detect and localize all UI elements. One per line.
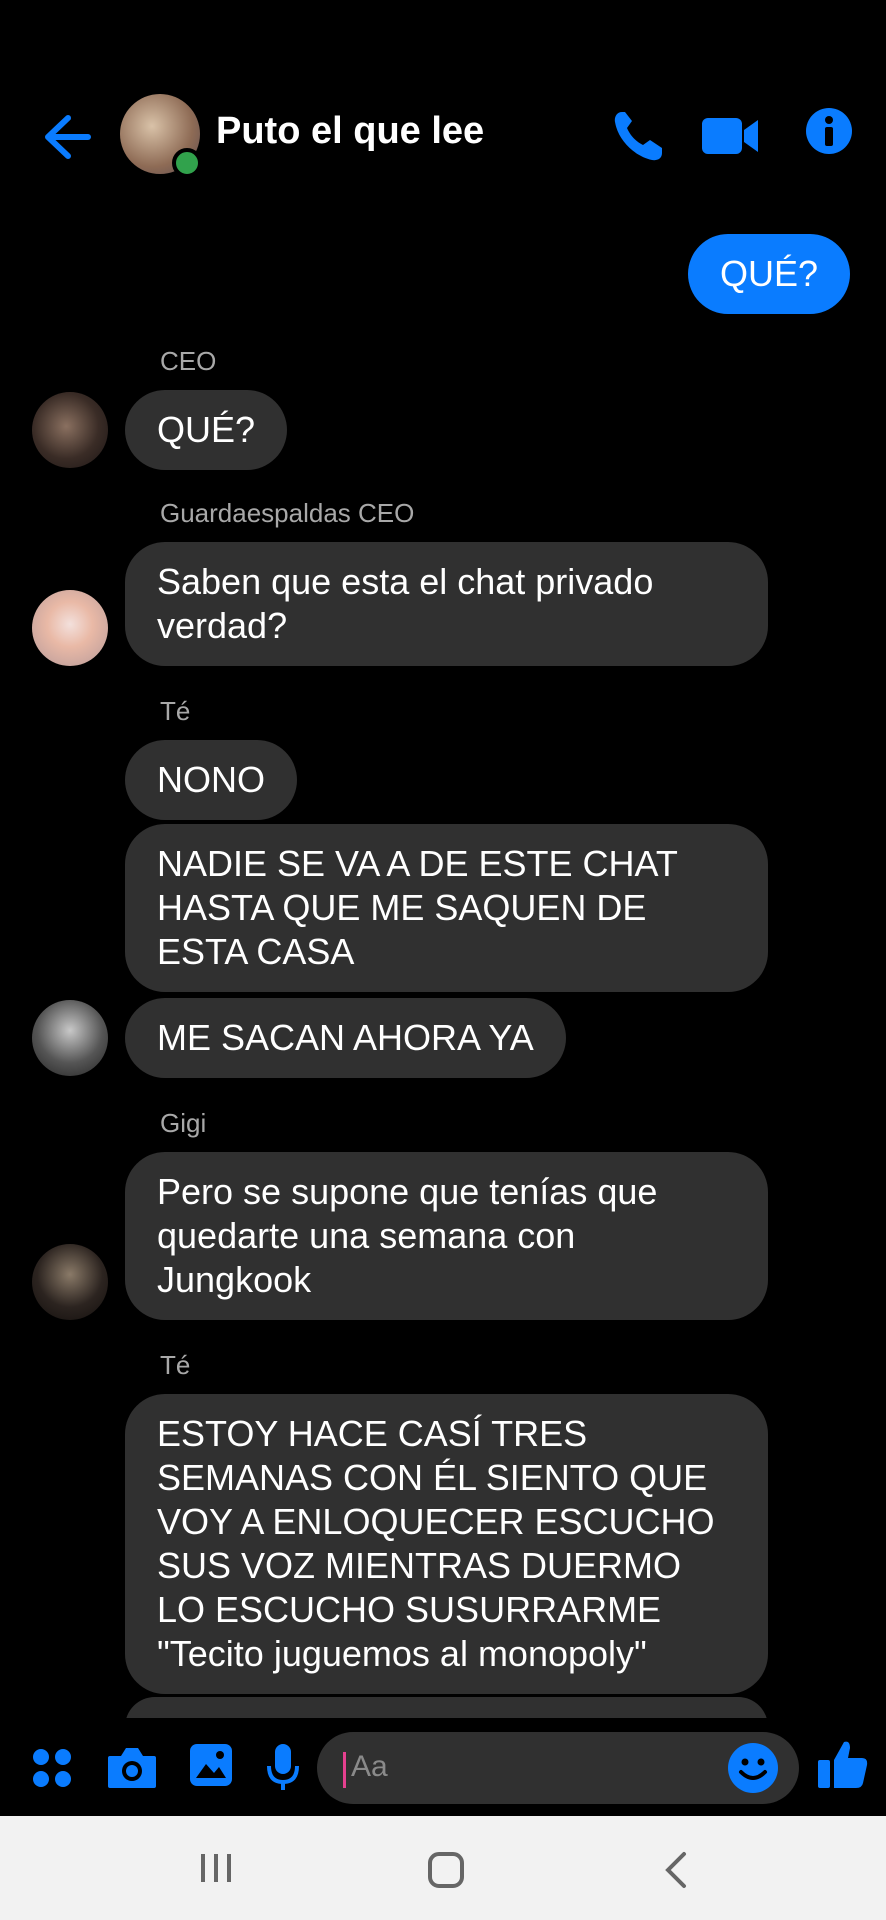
gallery-icon[interactable] (188, 1742, 234, 1788)
chat-title[interactable]: Puto el que lee (216, 110, 484, 153)
outgoing-message-bubble[interactable]: QUÉ? (687, 234, 850, 314)
back-arrow-icon[interactable] (40, 110, 94, 164)
avatar-te[interactable] (32, 1000, 108, 1076)
message-bubble[interactable]: ESTOY HACE CASÍ TRES SEMANAS CON ÉL SIEN… (125, 1394, 768, 1694)
avatar-gigi[interactable] (32, 1244, 108, 1320)
message-input[interactable]: Aa (317, 1732, 799, 1804)
message-bubble[interactable]: NADIE SE VA A DE ESTE CHAT HASTA QUE ME … (125, 824, 768, 992)
microphone-icon[interactable] (266, 1742, 300, 1792)
message-composer: Aa (0, 1718, 886, 1816)
back-icon[interactable] (662, 1850, 688, 1890)
sender-name: Té (160, 696, 191, 726)
sender-name: Guardaespaldas CEO (160, 498, 415, 528)
sender-name: CEO (160, 346, 217, 376)
camera-icon[interactable] (106, 1744, 158, 1790)
online-indicator (172, 148, 202, 178)
input-placeholder: Aa (351, 1750, 388, 1783)
avatar-guardaespaldas[interactable] (32, 590, 108, 666)
video-call-icon[interactable] (700, 108, 760, 164)
info-icon[interactable] (804, 106, 854, 156)
message-bubble[interactable]: Saben que esta el chat privado verdad? (125, 542, 768, 666)
phone-call-icon[interactable] (612, 108, 664, 164)
message-bubble[interactable]: Pero se supone que tenías que quedarte u… (125, 1152, 768, 1320)
sender-name: Té (160, 1350, 191, 1380)
recents-icon[interactable] (196, 1850, 236, 1886)
message-bubble[interactable]: ME SACAN AHORA YA (125, 998, 566, 1078)
apps-icon[interactable] (30, 1746, 74, 1790)
avatar-ceo[interactable] (32, 392, 108, 468)
like-icon[interactable] (816, 1738, 870, 1792)
emoji-icon[interactable] (727, 1742, 779, 1794)
text-caret (343, 1752, 346, 1788)
sender-name: Gigi (160, 1108, 207, 1138)
home-icon[interactable] (426, 1850, 466, 1890)
chat-header: Puto el que lee (0, 60, 886, 210)
system-navigation-bar (0, 1816, 886, 1920)
message-bubble[interactable]: QUÉ? (125, 390, 288, 470)
message-bubble[interactable]: NONO (125, 740, 297, 820)
